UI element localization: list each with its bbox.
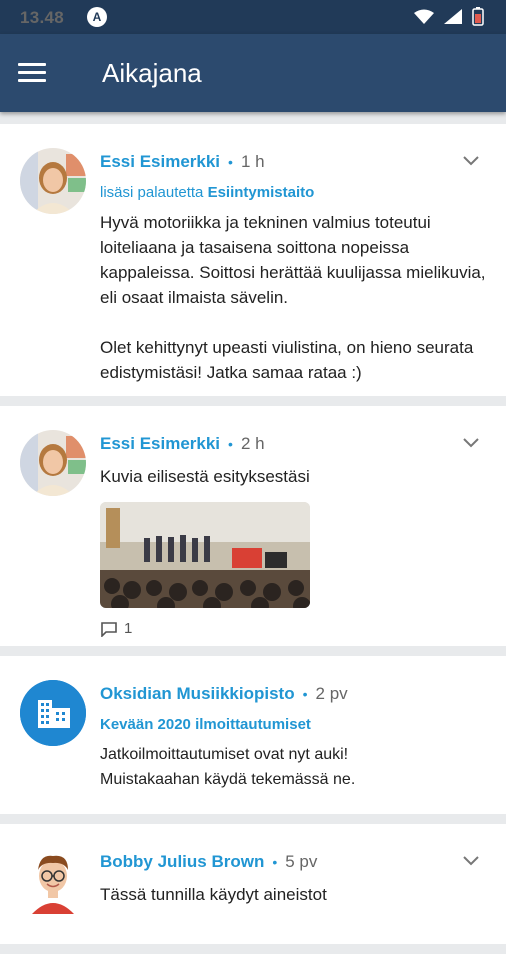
page-title: Aikajana — [102, 58, 202, 88]
post-action: lisäsi palautetta — [100, 184, 204, 201]
avatar[interactable] — [20, 680, 86, 746]
post-topic-link[interactable]: Esiintymistaito — [208, 184, 315, 201]
avatar[interactable] — [20, 430, 86, 496]
chevron-down-icon[interactable] — [462, 855, 480, 867]
signal-icon — [444, 9, 462, 24]
status-time: 13.48 — [20, 8, 65, 27]
post-text: Hyvä motoriikka ja tekninen valmius tote… — [100, 210, 490, 385]
post-text: Tässä tunnilla käydyt aineistot — [100, 885, 327, 904]
post-card: Essi Esimerkki • 1 h lisäsi palautetta Esi… — [0, 124, 506, 396]
avatar[interactable] — [20, 148, 86, 214]
post-time: 2 pv — [315, 684, 348, 703]
post-text: Jatkoilmoittautumiset ovat nyt auki! Mui… — [100, 746, 356, 788]
post-header: Bobby Julius Brown • 5 pv — [100, 852, 318, 871]
timeline-feed: Essi Esimerkki • 1 h lisäsi palautetta Esi… — [0, 124, 506, 954]
menu-icon[interactable] — [18, 63, 46, 83]
post-photo[interactable] — [100, 502, 310, 608]
post-subtitle: lisäsi palautetta Esiintymistaito — [100, 184, 314, 201]
avatar[interactable] — [20, 848, 86, 914]
battery-icon — [472, 7, 484, 26]
post-card: Bobby Julius Brown • 5 pv Tässä tunnilla k… — [0, 824, 506, 944]
post-card: Essi Esimerkki • 2 h Kuvia eilisestä esity… — [0, 406, 506, 646]
comments-button[interactable]: 1 — [100, 620, 133, 638]
post-author[interactable]: Oksidian Musiikkiopisto — [100, 684, 295, 703]
app-bar: Aikajana — [0, 34, 506, 112]
post-text: Kuvia eilisestä esityksestäsi — [100, 467, 310, 486]
post-subtitle[interactable]: Kevään 2020 ilmoittautumiset — [100, 716, 311, 733]
status-icons — [414, 7, 484, 26]
post-header: Essi Esimerkki • 2 h — [100, 434, 265, 453]
app-notification-icon: A — [87, 7, 107, 27]
post-time: 5 pv — [285, 852, 318, 871]
status-bar: 13.48 A — [0, 0, 506, 34]
building-icon — [20, 680, 86, 746]
post-author[interactable]: Bobby Julius Brown — [100, 852, 264, 871]
post-card: Oksidian Musiikkiopisto • 2 pv Kevään 2020… — [0, 656, 506, 814]
post-paragraph: Hyvä motoriikka ja tekninen valmius tote… — [100, 213, 486, 307]
post-author[interactable]: Essi Esimerkki — [100, 152, 220, 171]
post-author[interactable]: Essi Esimerkki — [100, 434, 220, 453]
comment-icon — [101, 622, 117, 638]
chevron-down-icon[interactable] — [462, 155, 480, 167]
wifi-icon — [414, 9, 434, 24]
comment-count: 1 — [124, 620, 133, 637]
post-header: Oksidian Musiikkiopisto • 2 pv — [100, 684, 348, 703]
post-header: Essi Esimerkki • 1 h — [100, 152, 265, 171]
chevron-down-icon[interactable] — [462, 437, 480, 449]
post-time: 1 h — [240, 152, 265, 171]
post-paragraph: Olet kehittynyt upeasti viulistina, on h… — [100, 338, 474, 382]
post-time: 2 h — [240, 434, 265, 453]
